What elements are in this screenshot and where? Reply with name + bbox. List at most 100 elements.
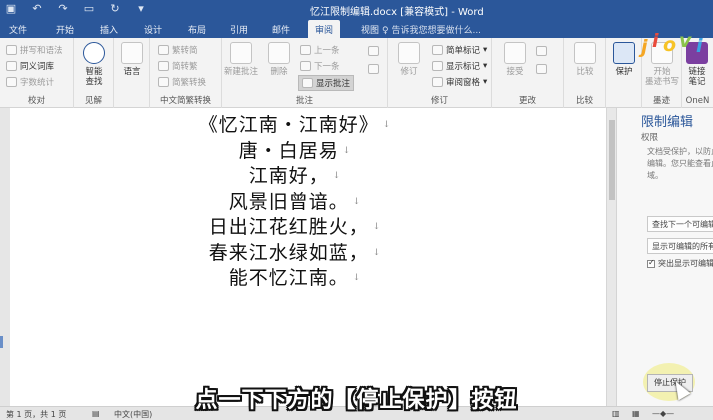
language-button[interactable]: 语言	[115, 42, 149, 77]
tab-review[interactable]: 审阅	[308, 20, 341, 38]
show-all-regions-button[interactable]: 显示可编辑的所有区域	[647, 238, 713, 254]
delete-comment-button[interactable]: 删除	[262, 42, 296, 77]
protect-button[interactable]: 保护	[607, 42, 641, 77]
redo-icon[interactable]: ↷	[56, 2, 70, 16]
spelling-icon	[6, 45, 17, 55]
poem-title: 《忆江南・江南好》 ↓	[198, 114, 392, 136]
accept-button[interactable]: 接受	[498, 42, 532, 77]
chevron-down-icon: ▾	[483, 61, 488, 71]
simp-to-trad-button[interactable]: 简转繁	[158, 60, 198, 72]
document-area: 《忆江南・江南好》 ↓ 唐・白居易 ↓ 江南好， ↓ 风景旧曾谙。 ↓ 日出江花红胜火，…	[0, 108, 606, 406]
group-proofing: 拼写和语法 同义词库 字数统计 校对	[0, 38, 74, 108]
tab-design[interactable]: 设计	[144, 23, 162, 36]
track-changes-icon	[398, 42, 420, 64]
group-insights: 智能 查找 见解	[74, 38, 114, 108]
window-title: 忆江限制编辑.docx [兼容模式] - Word	[310, 7, 484, 18]
pane-title: 限制编辑	[641, 115, 694, 130]
next-icon	[300, 61, 311, 71]
smart-lookup-button[interactable]: 智能 查找	[77, 42, 111, 87]
group-label-comments: 批注	[295, 96, 313, 106]
group-protect: 保护	[606, 38, 642, 108]
previous-change-icon[interactable]	[536, 64, 547, 74]
trad-to-simp-button[interactable]: 繁转简	[158, 44, 198, 56]
word-count-icon	[6, 77, 17, 87]
pane-description: 文档受保护，以防止意外编辑。您只能查看此区域。	[647, 147, 713, 180]
video-caption: 点一下下方的【停止保护】按钮	[195, 388, 518, 413]
paragraph-mark: ↓	[352, 273, 362, 284]
highlight-regions-checkbox[interactable]: 突出显示可编辑的区域	[647, 258, 713, 269]
draft-icon[interactable]: ▭	[82, 2, 96, 16]
new-comment-icon	[230, 42, 252, 64]
ink-pen-icon[interactable]	[368, 46, 379, 56]
poem-line: 能不忆江南。 ↓	[228, 267, 362, 289]
checkbox-icon[interactable]	[647, 258, 655, 268]
title-bar: ▣ ↶ ↷ ▭ ↻ ▾ 忆江限制编辑.docx [兼容模式] - Word	[0, 0, 713, 20]
compare-icon	[574, 42, 596, 64]
thesaurus-icon	[6, 61, 17, 71]
compare-button[interactable]: 比较	[568, 42, 602, 77]
group-label-ink: 墨迹	[652, 96, 670, 106]
reject-icon[interactable]	[536, 46, 547, 56]
tab-mailings[interactable]: 邮件	[272, 23, 290, 36]
group-label-onenote: OneN	[685, 96, 710, 106]
tab-file[interactable]: 文件	[9, 23, 27, 36]
customize-icon[interactable]: ▾	[134, 2, 148, 16]
tab-home[interactable]: 开始	[56, 23, 74, 36]
convert-icon	[158, 45, 169, 55]
undo-icon[interactable]: ↶	[30, 2, 44, 16]
chinese-conversion-button[interactable]: 简繁转换	[158, 76, 206, 88]
paragraph-mark: ↓	[332, 171, 342, 182]
save-icon[interactable]: ▣	[4, 2, 18, 16]
poem-line: 江南好， ↓	[248, 165, 342, 187]
lock-icon	[613, 42, 635, 64]
group-changes: 接受 更改	[492, 38, 564, 108]
find-next-region-button[interactable]: 查找下一个可编辑的区域	[647, 216, 713, 232]
poem-line: 风景旧曾谙。 ↓	[228, 190, 362, 213]
paragraph-mark: ↓	[372, 222, 382, 233]
group-label-compare: 比较	[575, 96, 593, 106]
paragraph-mark: ↓	[372, 247, 382, 258]
spelling-grammar-button[interactable]: 拼写和语法	[6, 44, 63, 56]
paragraph-mark: ↓	[352, 196, 362, 207]
simple-markup-dropdown[interactable]: 简单标记 ▾	[432, 44, 487, 56]
language-icon	[121, 42, 143, 64]
tab-layout[interactable]: 布局	[188, 23, 206, 36]
group-label-insights: 见解	[84, 96, 102, 106]
poem-author: 唐・白居易 ↓	[238, 139, 352, 162]
group-label-tracking: 修订	[430, 96, 448, 106]
show-markup-dropdown[interactable]: 显示标记 ▾	[432, 60, 487, 72]
next-comment-button[interactable]: 下一条	[300, 60, 340, 72]
group-tracking: 修订 简单标记 ▾ 显示标记 ▾ 审阅窗格 ▾ 修订	[388, 38, 492, 108]
accept-icon	[504, 42, 526, 64]
group-label-proofing: 校对	[27, 96, 45, 106]
convert-icon	[158, 77, 169, 87]
jiovi-logo: j i o v i	[641, 30, 703, 58]
vertical-scrollbar[interactable]	[606, 108, 616, 406]
tab-references[interactable]: 引用	[230, 23, 248, 36]
previous-comment-button[interactable]: 上一条	[300, 44, 340, 56]
reviewing-pane-icon	[432, 77, 443, 87]
thesaurus-button[interactable]: 同义词库	[6, 60, 54, 72]
chevron-down-icon: ▾	[483, 77, 488, 87]
track-changes-button[interactable]: 修订	[392, 42, 426, 77]
quick-access-toolbar: ▣ ↶ ↷ ▭ ↻ ▾	[4, 2, 148, 16]
group-compare: 比较 比较	[564, 38, 606, 108]
tell-me-box[interactable]: ♀ 告诉我您想要做什么...	[382, 23, 481, 36]
tab-insert[interactable]: 插入	[100, 23, 118, 36]
delete-comment-icon	[268, 42, 290, 64]
word-count-button[interactable]: 字数统计	[6, 76, 54, 88]
tab-view[interactable]: 视图	[361, 23, 379, 36]
poem-line: 日出江花红胜火， ↓	[208, 216, 382, 238]
new-comment-button[interactable]: 新建批注	[224, 42, 258, 77]
eraser-icon[interactable]	[368, 64, 379, 74]
previous-icon	[300, 45, 311, 55]
poem-line: 春来江水绿如蓝， ↓	[208, 241, 382, 264]
group-language: 语言	[114, 38, 150, 108]
scrollbar-thumb[interactable]	[609, 120, 615, 200]
ribbon-review: 拼写和语法 同义词库 字数统计 校对 智能 查找 见解 语言 繁转简 简转繁 简…	[0, 38, 713, 108]
document-page[interactable]: 《忆江南・江南好》 ↓ 唐・白居易 ↓ 江南好， ↓ 风景旧曾谙。 ↓ 日出江花红胜火，…	[10, 108, 606, 406]
reviewing-pane-dropdown[interactable]: 审阅窗格 ▾	[432, 76, 487, 88]
group-chinese-conversion: 繁转简 简转繁 简繁转换 中文简繁转换	[150, 38, 222, 108]
refresh-icon[interactable]: ↻	[108, 2, 122, 16]
show-comments-button[interactable]: 显示批注	[298, 75, 355, 91]
